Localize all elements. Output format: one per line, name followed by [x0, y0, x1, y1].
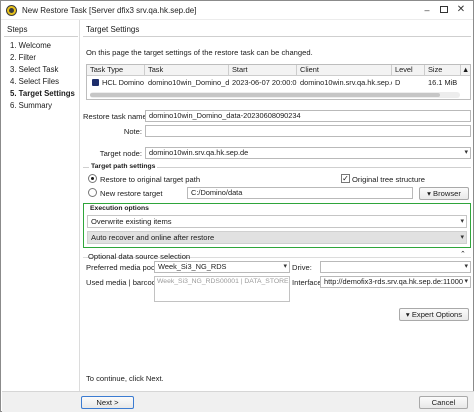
- column-header-start[interactable]: Start: [229, 65, 297, 76]
- step-select-task[interactable]: 3. Select Task: [10, 65, 58, 74]
- collapse-icon[interactable]: ⌃: [460, 250, 466, 258]
- target-node-value: domino10win.srv.qa.hk.sep.de: [149, 148, 249, 157]
- auto-recover-value: Auto recover and online after restore: [91, 233, 215, 242]
- column-header-task-type[interactable]: Task Type: [87, 65, 145, 76]
- step-select-files[interactable]: 4. Select Files: [10, 77, 59, 86]
- interface-select[interactable]: http://demofix3-rds.srv.qa.hk.sep.de:110…: [320, 276, 471, 288]
- restore-original-radio[interactable]: [88, 174, 97, 183]
- cell-task-type: HCL Domino: [102, 78, 145, 87]
- new-restore-target-label[interactable]: New restore target: [100, 189, 162, 198]
- overwrite-value: Overwrite existing items: [91, 217, 172, 226]
- continue-hint: To continue, click Next.: [86, 374, 164, 383]
- section-divider: [83, 36, 471, 37]
- step-target-settings[interactable]: 5. Target Settings: [10, 89, 75, 98]
- execution-options-title: Execution options: [88, 205, 151, 212]
- original-tree-checkbox[interactable]: ✓: [341, 174, 350, 183]
- chevron-down-icon: ▾: [464, 278, 468, 285]
- restore-task-window: New Restore Task [Server dfix3 srv.qa.hk…: [0, 0, 474, 412]
- target-path-group-title: Target path settings: [89, 163, 158, 170]
- restore-original-label[interactable]: Restore to original target path: [100, 175, 200, 184]
- chevron-down-icon: ▾: [460, 218, 464, 225]
- main-panel: Target Settings On this page the target …: [81, 20, 473, 391]
- expert-options-label: Expert Options: [411, 310, 463, 319]
- table-row[interactable]: HCL Domino: [89, 78, 145, 88]
- cancel-button[interactable]: Cancel: [419, 396, 468, 409]
- scrollbar-thumb[interactable]: [90, 93, 440, 97]
- list-item[interactable]: Week_Si3_NG_RDS00001 | DATA_STORE: [157, 278, 289, 285]
- table-horizontal-scrollbar[interactable]: [90, 92, 460, 98]
- steps-divider: [4, 36, 78, 37]
- chevron-down-icon: ▾: [464, 149, 468, 156]
- execution-options-group: Execution options Overwrite existing ite…: [83, 203, 471, 248]
- original-tree-label[interactable]: Original tree structure: [352, 175, 425, 184]
- button-bar: Next > Cancel: [2, 391, 474, 412]
- browse-arrow-icon: ▾: [427, 189, 431, 198]
- expert-options-button[interactable]: ▾ Expert Options: [399, 308, 469, 321]
- browse-label: Browser: [433, 189, 461, 198]
- used-media-list[interactable]: Week_Si3_NG_RDS00001 | DATA_STORE: [154, 276, 290, 302]
- used-media-label: Used media | barcode:: [86, 278, 163, 287]
- column-header-size[interactable]: Size: [425, 65, 461, 76]
- optional-source-title: Optional data source selection: [88, 252, 191, 261]
- target-node-select[interactable]: domino10win.srv.qa.hk.sep.de ▾: [145, 147, 471, 159]
- chevron-down-icon: ▾: [283, 263, 287, 270]
- cell-level: D: [395, 78, 401, 87]
- minimize-button[interactable]: –: [420, 4, 434, 16]
- step-filter[interactable]: 2. Filter: [10, 53, 36, 62]
- restore-task-name-input[interactable]: domino10win_Domino_data-20230608090234: [145, 110, 471, 122]
- title-bar: New Restore Task [Server dfix3 srv.qa.hk…: [1, 1, 473, 20]
- new-restore-target-radio[interactable]: [88, 188, 97, 197]
- table-scroll-up-icon[interactable]: ▲: [461, 65, 470, 76]
- target-node-label: Target node:: [99, 149, 142, 158]
- note-input[interactable]: [145, 125, 471, 137]
- new-restore-target-input[interactable]: C:/Domino/data: [187, 187, 413, 199]
- step-welcome[interactable]: 1. Welcome: [10, 41, 51, 50]
- steps-title: Steps: [7, 25, 28, 34]
- maximize-button[interactable]: [437, 4, 451, 16]
- section-title: Target Settings: [86, 25, 140, 34]
- column-header-task[interactable]: Task: [145, 65, 229, 76]
- task-table: Task Type Task Start Client Level Size ▲…: [86, 64, 471, 100]
- cell-start: 2023-06-07 20:00:01: [232, 78, 297, 87]
- preferred-pool-label: Preferred media pool:: [86, 263, 160, 272]
- expert-arrow-icon: ▾: [405, 310, 410, 319]
- interface-value: http://demofix3-rds.srv.qa.hk.sep.de:110…: [324, 277, 463, 286]
- chevron-down-icon: ▾: [464, 263, 468, 270]
- cell-task: domino10win_Domino_data: [148, 78, 229, 87]
- intro-text: On this page the target settings of the …: [86, 48, 313, 57]
- restore-task-name-label: Restore task name:: [83, 112, 149, 121]
- preferred-pool-value: Week_Si3_NG_RDS: [158, 262, 227, 271]
- step-summary[interactable]: 6. Summary: [10, 101, 52, 110]
- note-label: Note:: [123, 127, 142, 136]
- column-header-level[interactable]: Level: [392, 65, 425, 76]
- auto-recover-select[interactable]: Auto recover and online after restore ▾: [87, 231, 467, 244]
- steps-panel: Steps 1. Welcome 2. Filter 3. Select Tas…: [2, 20, 80, 391]
- app-icon: [6, 5, 17, 16]
- cell-client: domino10win.srv.qa.hk.sep.de: [300, 78, 392, 87]
- window-title: New Restore Task [Server dfix3 srv.qa.hk…: [22, 6, 197, 15]
- next-button[interactable]: Next >: [81, 396, 134, 409]
- chevron-down-icon: ▾: [460, 234, 464, 241]
- column-header-client[interactable]: Client: [297, 65, 392, 76]
- cell-size: 16.1 MiB: [428, 78, 458, 87]
- hcl-domino-icon: [92, 79, 99, 86]
- overwrite-select[interactable]: Overwrite existing items ▾: [87, 215, 467, 228]
- drive-select[interactable]: ▾: [320, 261, 471, 273]
- browse-button[interactable]: ▾ Browser: [419, 187, 469, 200]
- preferred-pool-select[interactable]: Week_Si3_NG_RDS ▾: [154, 261, 290, 273]
- close-button[interactable]: ✕: [454, 4, 468, 16]
- interface-label: Interface:: [292, 278, 324, 287]
- drive-label: Drive:: [292, 263, 312, 272]
- maximize-icon: [440, 6, 448, 13]
